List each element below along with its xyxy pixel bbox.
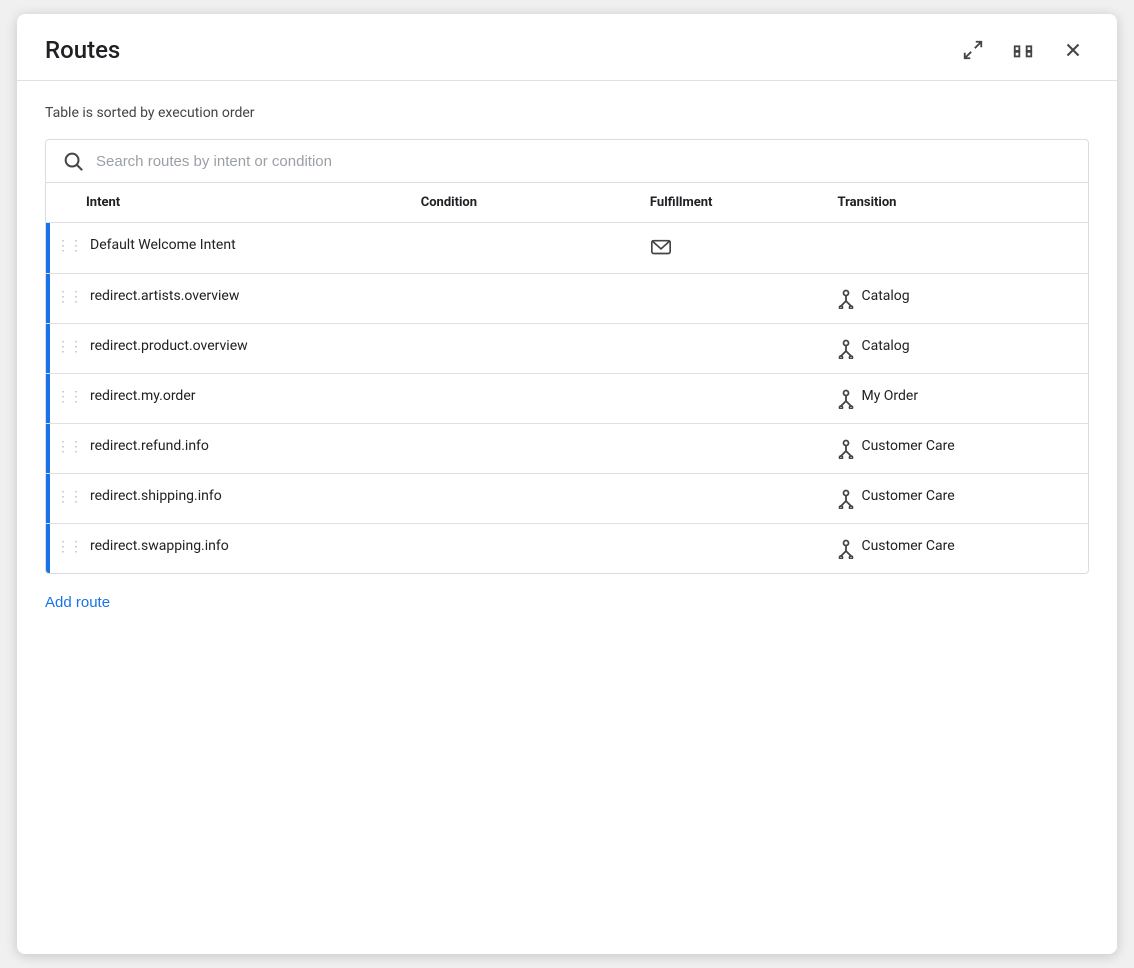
fulfillment-cell <box>640 223 828 274</box>
row-accent <box>46 274 50 323</box>
transition-label: Catalog <box>861 288 909 304</box>
transition-cell: Catalog <box>827 274 1088 324</box>
table-row[interactable]: ⋮⋮ redirect.my.order My Order <box>46 374 1088 424</box>
search-bar <box>45 139 1089 183</box>
transition-label: My Order <box>861 388 918 404</box>
drag-handle-icon[interactable]: ⋮⋮ <box>56 489 82 505</box>
intent-text: redirect.artists.overview <box>90 288 239 304</box>
transition-person-icon <box>837 439 855 459</box>
intent-text: redirect.swapping.info <box>90 538 229 554</box>
table-row[interactable]: ⋮⋮ redirect.product.overview Catalog <box>46 324 1088 374</box>
row-accent <box>46 374 50 423</box>
drag-handle-icon[interactable]: ⋮⋮ <box>56 439 82 455</box>
intent-text: redirect.refund.info <box>90 438 209 454</box>
search-icon <box>62 150 84 172</box>
condition-cell <box>411 474 640 524</box>
row-accent <box>46 474 50 523</box>
fulfillment-cell <box>640 524 828 574</box>
transition-person-icon <box>837 389 855 409</box>
condition-cell <box>411 274 640 324</box>
row-accent <box>46 324 50 373</box>
routes-table: Intent Condition Fulfillment Transition … <box>46 183 1088 573</box>
transition-label: Catalog <box>861 338 909 354</box>
drag-handle-icon[interactable]: ⋮⋮ <box>56 289 82 305</box>
transition-label: Customer Care <box>861 438 954 454</box>
search-input[interactable] <box>96 153 1072 170</box>
row-accent <box>46 223 50 273</box>
transition-cell: My Order <box>827 374 1088 424</box>
intent-text: redirect.product.overview <box>90 338 248 354</box>
table-row[interactable]: ⋮⋮ redirect.swapping.info Customer Care <box>46 524 1088 574</box>
col-header-condition: Condition <box>411 183 640 223</box>
fulfillment-cell <box>640 374 828 424</box>
fulfillment-cell <box>640 324 828 374</box>
sort-label: Table is sorted by execution order <box>45 105 1089 121</box>
table-row[interactable]: ⋮⋮ redirect.shipping.info Customer Care <box>46 474 1088 524</box>
col-header-transition: Transition <box>827 183 1088 223</box>
transition-person-icon <box>837 539 855 559</box>
fulfillment-cell <box>640 424 828 474</box>
transition-cell: Catalog <box>827 324 1088 374</box>
table-row[interactable]: ⋮⋮ redirect.refund.info Customer Care <box>46 424 1088 474</box>
fulfillment-cell <box>640 274 828 324</box>
table-header-row: Intent Condition Fulfillment Transition <box>46 183 1088 223</box>
transition-person-icon <box>837 289 855 309</box>
drag-handle-icon[interactable]: ⋮⋮ <box>56 238 82 254</box>
col-header-intent: Intent <box>46 183 411 223</box>
expand-icon[interactable] <box>957 34 989 66</box>
transition-cell: Customer Care <box>827 524 1088 574</box>
dialog-body: Table is sorted by execution order Inten… <box>17 81 1117 954</box>
transition-label: Customer Care <box>861 488 954 504</box>
transition-cell: Customer Care <box>827 474 1088 524</box>
intent-text: redirect.my.order <box>90 388 196 404</box>
dialog-header: Routes <box>17 14 1117 81</box>
close-icon[interactable] <box>1057 34 1089 66</box>
resize-icon[interactable] <box>1007 34 1039 66</box>
transition-person-icon <box>837 339 855 359</box>
drag-handle-icon[interactable]: ⋮⋮ <box>56 339 82 355</box>
add-route-button[interactable]: Add route <box>45 574 1089 635</box>
row-accent <box>46 424 50 473</box>
dialog-title: Routes <box>45 36 120 64</box>
message-icon <box>650 237 672 259</box>
row-accent <box>46 524 50 573</box>
transition-cell <box>827 223 1088 274</box>
condition-cell <box>411 223 640 274</box>
condition-cell <box>411 324 640 374</box>
drag-handle-icon[interactable]: ⋮⋮ <box>56 389 82 405</box>
routes-dialog: Routes <box>17 14 1117 954</box>
fulfillment-cell <box>640 474 828 524</box>
table-row[interactable]: ⋮⋮ redirect.artists.overview Catalog <box>46 274 1088 324</box>
condition-cell <box>411 424 640 474</box>
table-row[interactable]: ⋮⋮ Default Welcome Intent <box>46 223 1088 274</box>
routes-table-container: Intent Condition Fulfillment Transition … <box>45 183 1089 574</box>
header-icons <box>957 34 1089 66</box>
col-header-fulfillment: Fulfillment <box>640 183 828 223</box>
intent-text: Default Welcome Intent <box>90 237 236 253</box>
condition-cell <box>411 524 640 574</box>
intent-text: redirect.shipping.info <box>90 488 222 504</box>
transition-person-icon <box>837 489 855 509</box>
condition-cell <box>411 374 640 424</box>
transition-cell: Customer Care <box>827 424 1088 474</box>
transition-label: Customer Care <box>861 538 954 554</box>
drag-handle-icon[interactable]: ⋮⋮ <box>56 539 82 555</box>
